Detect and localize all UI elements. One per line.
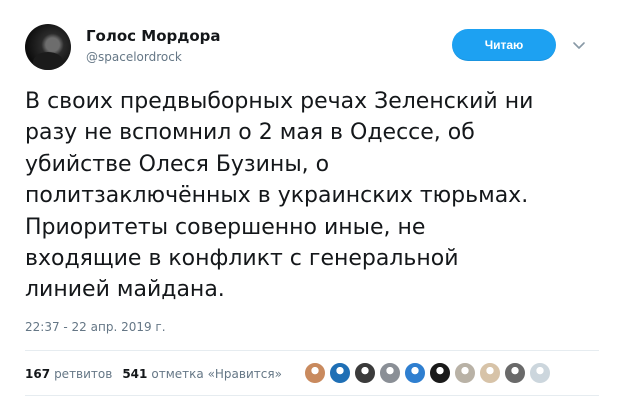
follow-button[interactable]: Читаю	[452, 29, 556, 61]
likes-count[interactable]: 541	[122, 367, 147, 381]
avatar-blue-icon[interactable]	[329, 362, 351, 384]
likers-avatar-row	[304, 362, 554, 384]
divider	[25, 395, 599, 396]
divider	[25, 350, 599, 351]
avatar-default-icon[interactable]	[529, 362, 551, 384]
tweet-timestamp[interactable]: 22:37 - 22 апр. 2019 г.	[25, 320, 166, 334]
avatar-dark-icon[interactable]	[354, 362, 376, 384]
avatar-black-icon[interactable]	[429, 362, 451, 384]
tweet-stats: 167 ретвитов 541 отметка «Нравится»	[25, 367, 282, 381]
retweets-count[interactable]: 167	[25, 367, 50, 381]
author-avatar[interactable]	[25, 24, 71, 70]
tweet-text: В своих предвыборных речах Зеленский ни …	[25, 89, 534, 303]
avatar-tan-icon[interactable]	[479, 362, 501, 384]
author-name[interactable]: Голос Мордора	[86, 27, 221, 45]
chevron-down-icon[interactable]	[571, 37, 587, 53]
avatar-blue2-icon[interactable]	[404, 362, 426, 384]
avatar-photo-icon[interactable]	[304, 362, 326, 384]
author-handle[interactable]: @spacelordrock	[86, 50, 182, 64]
likes-label[interactable]: отметка «Нравится»	[151, 367, 282, 381]
retweets-label[interactable]: ретвитов	[54, 367, 112, 381]
avatar-gray-icon[interactable]	[379, 362, 401, 384]
avatar-man-icon[interactable]	[504, 362, 526, 384]
avatar-face-icon[interactable]	[454, 362, 476, 384]
